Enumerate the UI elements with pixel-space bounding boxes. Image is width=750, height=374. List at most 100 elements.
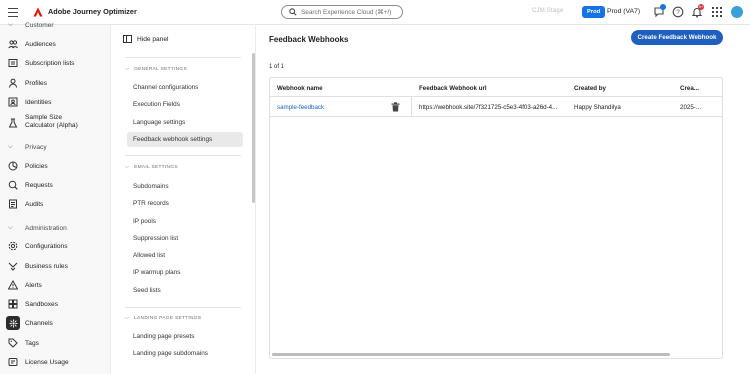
avatar[interactable]: [731, 6, 743, 18]
table-header: Webhook name Feedback Webhook url Create…: [270, 78, 722, 97]
nav-item-label: Business rules: [25, 262, 68, 270]
search-icon: [289, 8, 297, 16]
panel-item-landing-page-presets[interactable]: Landing page presets: [127, 329, 243, 344]
panel-item-allowed-list[interactable]: Allowed list: [127, 248, 243, 263]
sandbox-switcher[interactable]: Prod (VA7): [607, 8, 640, 15]
nav-item-label: Requests: [25, 181, 53, 189]
tags-icon: [8, 338, 18, 348]
panel-scrollbar[interactable]: [252, 53, 255, 203]
nav-group-customer[interactable]: ⌵ Customer: [8, 21, 54, 29]
panel-item-landing-page-subdomains[interactable]: Landing page subdomains: [127, 346, 243, 361]
chevron-down-icon: ⌵: [125, 164, 130, 170]
nav-group-administration[interactable]: ⌵ Administration: [8, 224, 67, 232]
chevron-down-icon: ⌵: [8, 143, 13, 150]
adobe-logo-icon: [33, 7, 43, 17]
subscription-lists-icon: [8, 58, 18, 68]
nav-item-requests[interactable]: Requests: [8, 178, 53, 192]
column-header-created-by[interactable]: Created by: [574, 85, 606, 92]
panel-item-subdomains[interactable]: Subdomains: [127, 179, 243, 194]
policies-icon: [8, 161, 18, 171]
section-general-settings[interactable]: ⌵ GENERAL SETTINGS: [125, 66, 187, 72]
nav-item-configurations[interactable]: Configurations: [8, 239, 68, 253]
nav-item-label: Subscription lists: [25, 59, 75, 67]
nav-item-identities[interactable]: Identities: [8, 95, 51, 109]
search-input[interactable]: Search Experience Cloud (⌘+/): [281, 5, 403, 19]
hide-panel-button[interactable]: Hide panel: [123, 35, 169, 43]
nav-item-sample-size-calculator[interactable]: Sample Size Calculator (Alpha): [8, 114, 93, 134]
nav-item-label: Audits: [25, 200, 44, 208]
chevron-down-icon: ⌵: [8, 224, 13, 231]
configurations-icon: [8, 241, 18, 251]
nav-item-label: Alerts: [25, 281, 42, 289]
nav-item-label: Audiences: [25, 40, 56, 48]
apps-grid-icon[interactable]: [711, 6, 723, 18]
identities-icon: [8, 97, 18, 107]
nav-item-channels[interactable]: Channels: [6, 316, 53, 330]
panel-item-ptr-records[interactable]: PTR records: [127, 196, 243, 211]
chevron-down-icon: ⌵: [8, 21, 13, 28]
divider: [125, 57, 241, 58]
panel-item-suppression-list[interactable]: Suppression list: [127, 231, 243, 246]
panel-item-execution-fields[interactable]: Execution Fields: [127, 97, 243, 112]
nav-item-label: Configurations: [25, 242, 68, 250]
menu-icon[interactable]: [8, 8, 18, 17]
requests-icon: [8, 180, 18, 190]
top-bar: Adobe Journey Optimizer Search Experienc…: [0, 0, 750, 25]
nav-item-audiences[interactable]: Audiences: [8, 37, 56, 51]
app-title: Adobe Journey Optimizer: [48, 7, 137, 16]
page-title: Feedback Webhooks: [269, 35, 349, 44]
table-row[interactable]: sample-feedback https://webhook.site/7f3…: [270, 97, 722, 117]
nav-item-license-usage[interactable]: License Usage: [8, 355, 69, 369]
nav-item-label: Profiles: [25, 79, 47, 87]
webhook-url: https://webhook.site/7f321725-c5e3-4f03-…: [419, 104, 558, 111]
column-header-created[interactable]: Crea...: [680, 85, 699, 92]
create-feedback-webhook-button[interactable]: Create Feedback Webhook: [631, 30, 723, 45]
feedback-badge: [660, 4, 666, 10]
section-title: EMAIL SETTINGS: [134, 164, 178, 170]
horizontal-scrollbar[interactable]: [272, 353, 670, 356]
cell-divider: [411, 97, 412, 117]
nav-item-label: Sandboxes: [25, 300, 58, 308]
panel-item-channel-configurations[interactable]: Channel configurations: [127, 80, 243, 95]
nav-item-tags[interactable]: Tags: [8, 336, 39, 350]
section-email-settings[interactable]: ⌵ EMAIL SETTINGS: [125, 164, 178, 170]
nav-group-label: Customer: [25, 21, 54, 29]
panel-item-seed-lists[interactable]: Seed lists: [127, 283, 243, 298]
panel-item-feedback-webhook-settings[interactable]: Feedback webhook settings: [127, 132, 243, 147]
panel-item-ip-warmup-plans[interactable]: IP warmup plans: [127, 265, 243, 280]
section-landing-page-settings[interactable]: ⌵ LANDING PAGE SETTINGS: [125, 315, 201, 321]
nav-item-audits[interactable]: Audits: [8, 197, 43, 211]
column-header-webhook-name[interactable]: Webhook name: [277, 85, 323, 92]
divider: [125, 307, 241, 308]
webhook-name-link[interactable]: sample-feedback: [277, 104, 324, 111]
nav-group-privacy[interactable]: ⌵ Privacy: [8, 143, 47, 151]
sandbox-name[interactable]: CJM Stage: [532, 8, 563, 14]
panel-item-language-settings[interactable]: Language settings: [127, 115, 243, 130]
nav-item-label: Policies: [25, 162, 48, 170]
divider: [125, 155, 241, 156]
svg-text:?: ?: [676, 10, 680, 16]
nav-item-sandboxes[interactable]: Sandboxes: [8, 297, 58, 311]
nav-item-business-rules[interactable]: Business rules: [8, 259, 68, 273]
nav-item-policies[interactable]: Policies: [8, 159, 48, 173]
channels-icon: [6, 316, 20, 330]
nav-item-profiles[interactable]: Profiles: [8, 76, 47, 90]
main-content: Feedback Webhooks Create Feedback Webhoo…: [256, 25, 750, 374]
panel-item-ip-pools[interactable]: IP pools: [127, 214, 243, 229]
nav-item-subscription-lists[interactable]: Subscription lists: [8, 56, 74, 70]
nav-item-label: Tags: [25, 339, 39, 347]
section-title: LANDING PAGE SETTINGS: [134, 315, 202, 321]
section-title: GENERAL SETTINGS: [134, 66, 187, 72]
nav-item-label: Sample Size Calculator (Alpha): [25, 114, 78, 129]
hide-panel-label: Hide panel: [137, 35, 169, 43]
nav-item-alerts[interactable]: Alerts: [8, 278, 42, 292]
nav-group-label: Privacy: [25, 143, 47, 151]
column-header-webhook-url[interactable]: Feedback Webhook url: [419, 85, 487, 92]
notification-badge: 9+: [698, 4, 704, 10]
alerts-icon: [8, 280, 18, 290]
calculator-icon: [8, 118, 18, 128]
left-nav: ⌵ Customer Audiences Subscription lists …: [0, 21, 107, 374]
audiences-icon: [8, 39, 18, 49]
trash-icon[interactable]: [391, 102, 400, 112]
help-icon[interactable]: ?: [672, 6, 684, 18]
